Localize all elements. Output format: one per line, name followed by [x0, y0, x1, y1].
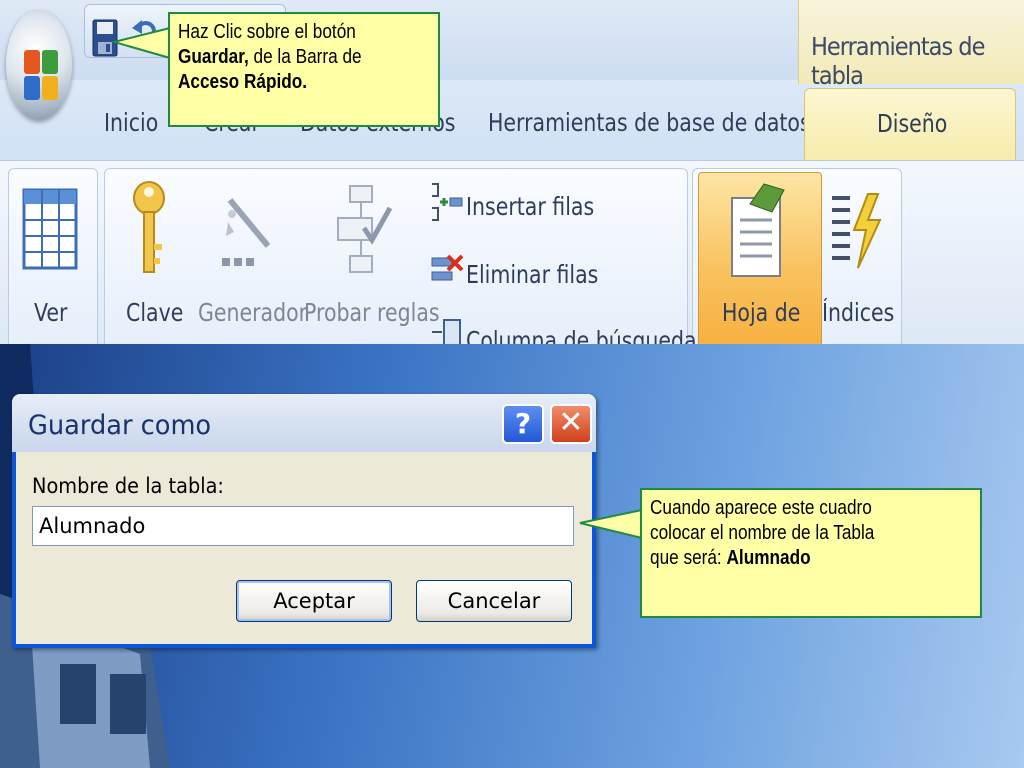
table-name-input[interactable]	[32, 506, 574, 546]
save-icon[interactable]	[92, 18, 118, 58]
clave-label[interactable]: Clave	[126, 298, 183, 327]
close-icon: ✕	[558, 405, 584, 440]
insert-rows-icon[interactable]	[430, 182, 464, 222]
callout-2-bold: Alumnado	[726, 547, 811, 569]
table-name-label: Nombre de la tabla:	[32, 474, 224, 498]
close-button[interactable]: ✕	[550, 404, 592, 444]
callout-1-bold1: Guardar,	[178, 46, 249, 68]
key-icon[interactable]	[132, 180, 166, 276]
context-tab-group-label: Herramientas de tabla	[811, 32, 985, 90]
property-sheet-icon	[731, 183, 785, 277]
ver-label[interactable]: Ver	[34, 298, 67, 327]
callout-1-line1: Haz Clic sobre el botón	[178, 21, 356, 43]
hoja-de-label: Hoja de	[722, 298, 801, 327]
builder-icon	[222, 198, 271, 266]
callout-2-line2: colocar el nombre de la Tabla	[650, 522, 875, 544]
callout-save-instruction: Haz Clic sobre el botón Guardar, de la B…	[168, 12, 440, 127]
lookup-column-icon[interactable]	[430, 318, 464, 344]
callout-2-text: Cuando aparece este cuadro colocar el no…	[650, 496, 971, 571]
generador-label: Generador	[198, 298, 308, 327]
indexes-icon[interactable]	[828, 190, 884, 274]
callout-1-bold2: Acceso Rápido.	[178, 71, 308, 93]
help-button[interactable]: ?	[502, 404, 544, 444]
datasheet-view-icon[interactable]	[22, 188, 78, 272]
callout-2-line1: Cuando aparece este cuadro	[650, 497, 872, 519]
access-ribbon: Herramientas de tabla Inicio Crear Datos…	[0, 0, 1024, 344]
cancel-button[interactable]: Cancelar	[416, 580, 572, 622]
office-button-icon	[24, 50, 58, 100]
callout-2-line3: que será:	[650, 547, 727, 569]
insertar-filas-label[interactable]: Insertar filas	[466, 192, 594, 221]
callout-name-instruction: Cuando aparece este cuadro colocar el no…	[640, 488, 982, 618]
callout-1-line2: de la Barra de	[248, 46, 362, 68]
callout-1-text: Haz Clic sobre el botón Guardar, de la B…	[178, 20, 429, 95]
help-icon: ?	[514, 407, 532, 440]
eliminar-filas-label[interactable]: Eliminar filas	[466, 260, 598, 289]
columna-busqueda-label[interactable]: Columna de búsqueda	[466, 326, 697, 344]
probar-reglas-label: Probar reglas	[304, 298, 440, 327]
tab-herramientas-bd[interactable]: Herramientas de base de datos	[488, 108, 811, 137]
undo-icon[interactable]	[130, 14, 160, 48]
save-as-dialog: Guardar como ? ✕ Nombre de la tabla: Ace…	[12, 394, 596, 648]
indices-label[interactable]: Índices	[822, 298, 894, 327]
delete-rows-icon[interactable]	[430, 250, 464, 290]
tab-diseno-label: Diseño	[877, 109, 948, 138]
context-tab-group: Herramientas de tabla	[798, 0, 1024, 90]
dialog-titlebar[interactable]: Guardar como ? ✕	[12, 394, 596, 452]
test-rules-icon	[337, 185, 393, 273]
office-button[interactable]	[6, 10, 72, 120]
dialog-title: Guardar como	[28, 410, 212, 441]
accept-button[interactable]: Aceptar	[236, 580, 392, 622]
tab-inicio[interactable]: Inicio	[104, 108, 158, 137]
tab-diseno[interactable]: Diseño	[804, 88, 1016, 165]
dialog-body: Nombre de la tabla: Aceptar Cancelar	[16, 452, 592, 644]
